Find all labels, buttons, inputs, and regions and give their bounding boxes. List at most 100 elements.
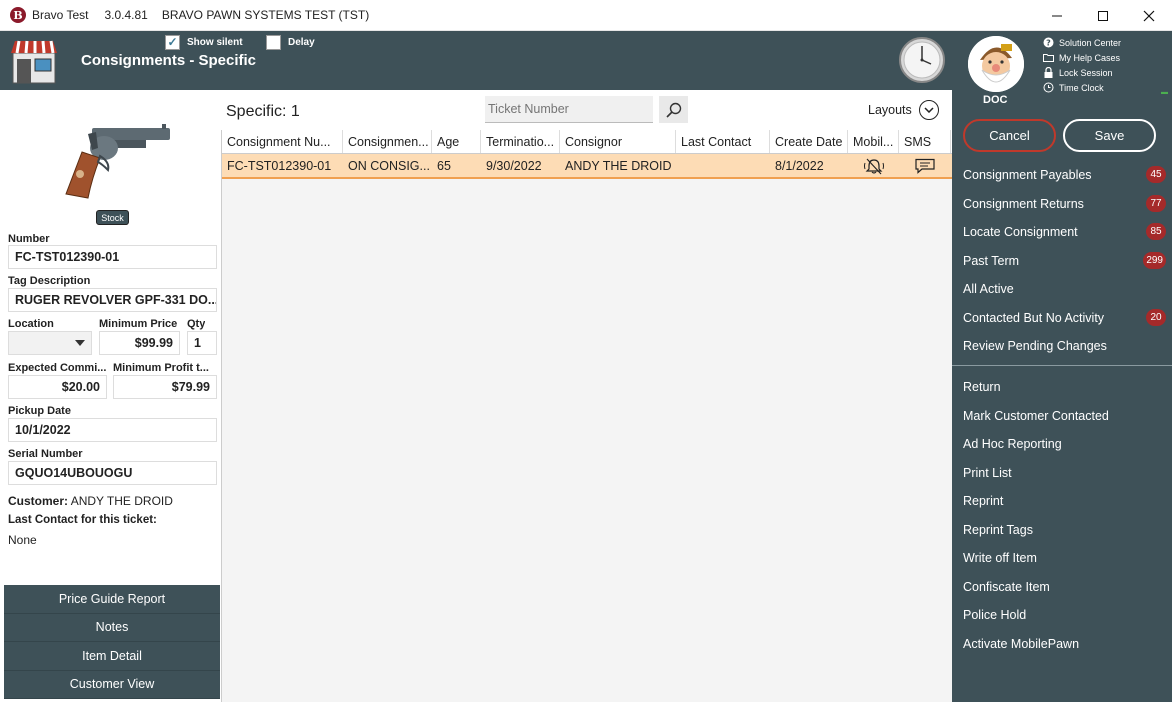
task-mark-customer-contacted[interactable]: Mark Customer Contacted (952, 402, 1172, 431)
expected-commission-label: Expected Commi... (8, 362, 107, 374)
queue-all-active[interactable]: All Active (952, 275, 1172, 304)
col-last-contact[interactable]: Last Contact (676, 130, 770, 153)
maximize-button[interactable] (1080, 0, 1126, 31)
col-consignment-status[interactable]: Consignmen... (343, 130, 432, 153)
minimize-button[interactable] (1034, 0, 1080, 31)
close-window-button[interactable] (1126, 0, 1172, 31)
queue-contacted-no-activity[interactable]: Contacted But No Activity 20 (952, 304, 1172, 333)
minimum-profit-label: Minimum Profit t... (113, 362, 209, 374)
price-guide-report-button[interactable]: Price Guide Report (4, 585, 220, 614)
mobile-notifications-off-icon[interactable] (863, 157, 884, 175)
store-icon[interactable] (9, 37, 59, 85)
help-cases-link[interactable]: My Help Cases (1043, 50, 1121, 65)
show-silent-checkbox[interactable]: ✓ Show silent (165, 35, 243, 50)
time-clock-link[interactable]: Time Clock (1043, 80, 1121, 95)
col-mobile[interactable]: Mobil... (848, 130, 899, 153)
lock-icon (1043, 67, 1054, 78)
qty-field[interactable]: 1 (187, 331, 217, 355)
expected-commission-field[interactable]: $20.00 (8, 375, 107, 399)
queue-locate-consignment[interactable]: Locate Consignment 85 (952, 218, 1172, 247)
app-version: 3.0.4.81 (104, 8, 148, 22)
system-name: BRAVO PAWN SYSTEMS TEST (TST) (161, 8, 370, 22)
sms-icon[interactable] (914, 158, 936, 174)
task-ad-hoc-reporting[interactable]: Ad Hoc Reporting (952, 430, 1172, 459)
queue-label: Consignment Payables (963, 168, 1092, 183)
queue-label: Review Pending Changes (963, 339, 1107, 354)
task-write-off-item[interactable]: Write off Item (952, 544, 1172, 573)
help-cases-label: My Help Cases (1059, 52, 1121, 63)
item-detail-button[interactable]: Item Detail (4, 642, 220, 671)
cell-mobile (848, 154, 899, 177)
delay-checkbox[interactable]: Delay (266, 35, 315, 50)
col-age[interactable]: Age (432, 130, 481, 153)
specific-count: Specific: 1 (226, 103, 300, 120)
chevron-down-icon (918, 100, 939, 120)
task-reprint-tags[interactable]: Reprint Tags (952, 516, 1172, 545)
user-avatar[interactable] (968, 36, 1024, 92)
customer-view-button[interactable]: Customer View (4, 670, 220, 699)
main-content: Specific: 1 Layouts Consignment Nu... Co… (220, 90, 952, 702)
search-button[interactable] (659, 96, 688, 123)
delay-label: Delay (288, 37, 315, 48)
item-detail-panel: Stock Number FC-TST012390-01 Tag Descrip… (4, 90, 220, 701)
clock-icon[interactable] (898, 36, 946, 84)
ticket-number-input[interactable] (485, 96, 653, 123)
lock-session-link[interactable]: Lock Session (1043, 65, 1121, 80)
table-row[interactable]: FC-TST012390-01 ON CONSIG... 65 9/30/202… (222, 154, 952, 179)
notes-button[interactable]: Notes (4, 613, 220, 642)
cell-create-date: 8/1/2022 (775, 158, 824, 173)
app-logo-icon: B (10, 7, 26, 23)
task-return[interactable]: Return (952, 373, 1172, 402)
count-badge: 299 (1143, 251, 1166, 269)
maximize-icon (1098, 10, 1108, 21)
pickup-date-field[interactable]: 10/1/2022 (8, 418, 217, 442)
col-consignment-number[interactable]: Consignment Nu... (222, 130, 343, 153)
col-termination[interactable]: Terminatio... (481, 130, 560, 153)
col-sms[interactable]: SMS (899, 130, 951, 153)
queue-past-term[interactable]: Past Term 299 (952, 247, 1172, 276)
show-silent-label: Show silent (187, 37, 243, 48)
cell-consignor: ANDY THE DROID (565, 158, 672, 173)
minimum-price-field[interactable]: $99.99 (99, 331, 180, 355)
location-label: Location (8, 318, 54, 330)
task-police-hold[interactable]: Police Hold (952, 601, 1172, 630)
checkbox-checked-icon: ✓ (165, 35, 180, 50)
left-action-buttons: Price Guide Report Notes Item Detail Cus… (4, 585, 220, 699)
pickup-date-label: Pickup Date (8, 405, 71, 417)
serial-number-field[interactable]: GQUO14UBOUOGU (8, 461, 217, 485)
save-button[interactable]: Save (1063, 119, 1156, 152)
queue-label: Past Term (963, 253, 1020, 268)
close-icon (1143, 10, 1155, 21)
dwarf-avatar-icon (968, 36, 1024, 92)
layouts-label: Layouts (868, 103, 912, 117)
help-icon: ? (1043, 37, 1054, 48)
tag-description-field[interactable]: RUGER REVOLVER GPF-331 DO... (8, 288, 217, 312)
revolver-image (65, 124, 170, 199)
cancel-button[interactable]: Cancel (963, 119, 1056, 152)
task-print-list[interactable]: Print List (952, 459, 1172, 488)
task-reprint[interactable]: Reprint (952, 487, 1172, 516)
task-confiscate-item[interactable]: Confiscate Item (952, 573, 1172, 602)
count-badge: 20 (1146, 308, 1166, 326)
minimum-profit-field[interactable]: $79.99 (113, 375, 217, 399)
page-title: Consignments - Specific (81, 52, 257, 69)
count-badge: 85 (1146, 223, 1166, 240)
col-consignor[interactable]: Consignor (560, 130, 676, 153)
time-clock-icon (1043, 82, 1054, 93)
task-list: Return Mark Customer Contacted Ad Hoc Re… (952, 373, 1172, 658)
queue-review-pending-changes[interactable]: Review Pending Changes (952, 332, 1172, 361)
layouts-menu[interactable]: Layouts (868, 100, 939, 120)
location-dropdown[interactable] (8, 331, 92, 355)
lock-session-label: Lock Session (1059, 67, 1113, 78)
queue-consignment-returns[interactable]: Consignment Returns 77 (952, 190, 1172, 219)
task-activate-mobilepawn[interactable]: Activate MobilePawn (952, 630, 1172, 659)
col-create-date[interactable]: Create Date (770, 130, 848, 153)
page-header: ✓ Show silent Delay Consignments - Speci… (0, 31, 952, 90)
queue-consignment-payables[interactable]: Consignment Payables 45 (952, 161, 1172, 190)
window-controls (1034, 0, 1172, 31)
solution-center-link[interactable]: ? Solution Center (1043, 35, 1121, 50)
svg-text:?: ? (1046, 39, 1051, 48)
divider (952, 365, 1172, 366)
number-field[interactable]: FC-TST012390-01 (8, 245, 217, 269)
stock-button[interactable]: Stock (96, 210, 129, 225)
